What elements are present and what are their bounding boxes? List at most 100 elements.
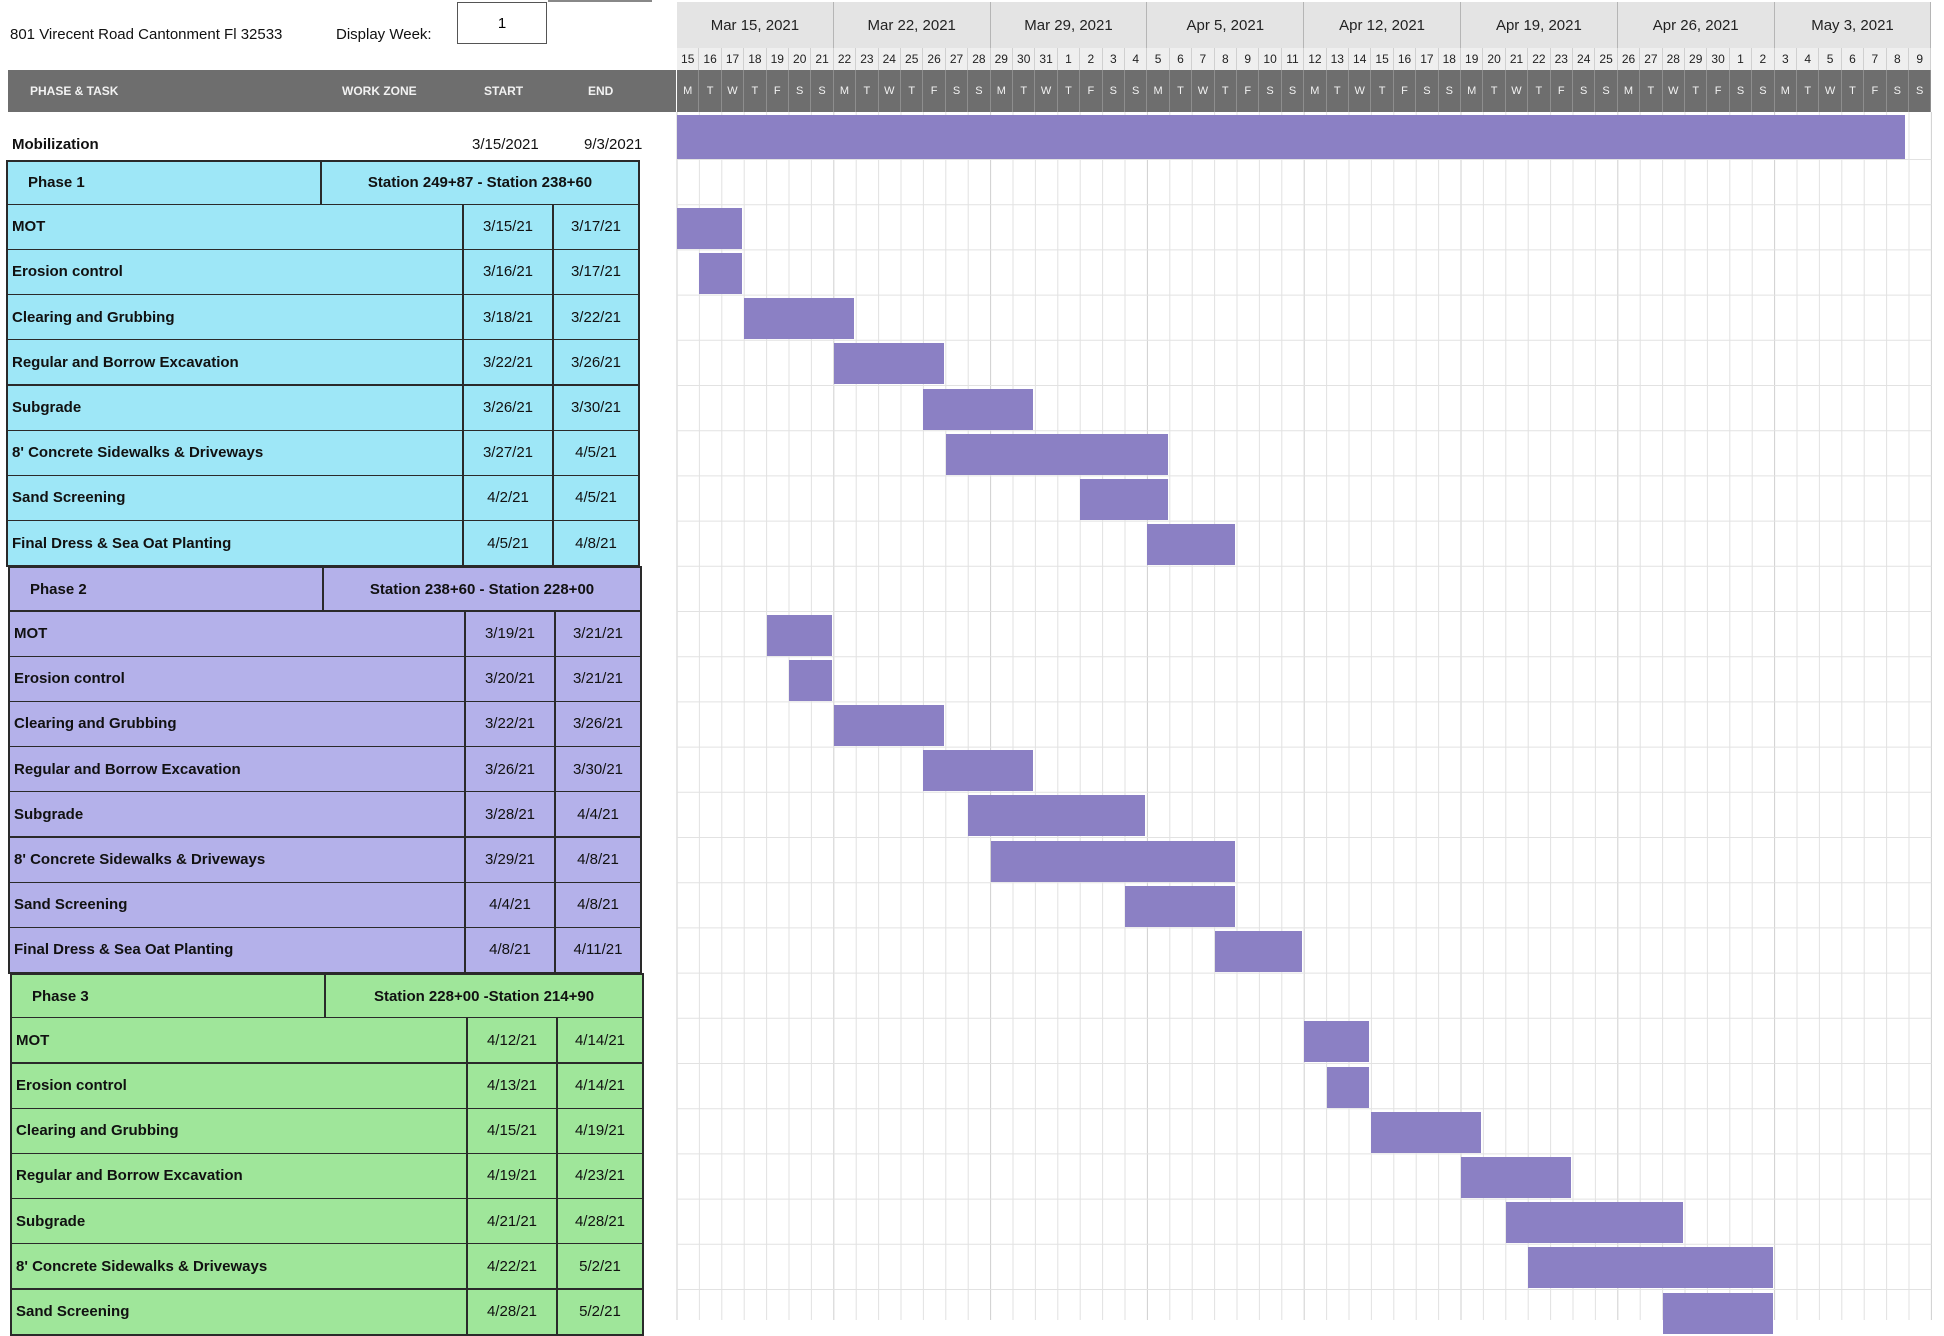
day-letter: T bbox=[1013, 70, 1036, 112]
task-end-date: 3/21/21 bbox=[554, 611, 640, 656]
day-letter: W bbox=[1506, 70, 1529, 112]
mobilization-end: 9/3/2021 bbox=[584, 136, 643, 153]
day-number: 18 bbox=[744, 48, 767, 70]
task-end-date: 4/28/21 bbox=[556, 1199, 642, 1244]
day-letter: T bbox=[901, 70, 924, 112]
task-row: Regular and Borrow Excavation 4/19/21 4/23… bbox=[10, 1153, 644, 1201]
day-letter: T bbox=[699, 70, 722, 112]
gantt-bar bbox=[1080, 478, 1168, 521]
day-number: 19 bbox=[766, 48, 789, 70]
day-number: 24 bbox=[1573, 48, 1596, 70]
display-week-input[interactable] bbox=[457, 2, 547, 44]
task-end-date: 3/22/21 bbox=[552, 295, 638, 340]
day-number: 19 bbox=[1461, 48, 1484, 70]
gantt-bar bbox=[677, 207, 743, 249]
task-name: Subgrade bbox=[16, 1212, 86, 1230]
day-letter: S bbox=[1416, 70, 1439, 112]
task-start-date: 4/13/21 bbox=[466, 1063, 556, 1108]
task-end-date: 5/2/21 bbox=[556, 1289, 642, 1334]
day-letter: M bbox=[1147, 70, 1170, 112]
divider bbox=[548, 0, 652, 2]
task-name: 8' Concrete Sidewalks & Driveways bbox=[14, 851, 266, 869]
task-end-date: 4/14/21 bbox=[556, 1063, 642, 1108]
day-letter: S bbox=[1595, 70, 1618, 112]
day-number: 23 bbox=[1550, 48, 1573, 70]
col-end: END bbox=[588, 84, 614, 98]
task-row: MOT 4/12/21 4/14/21 bbox=[10, 1018, 644, 1065]
task-start-date: 4/12/21 bbox=[466, 1018, 556, 1063]
day-number: 23 bbox=[856, 48, 879, 70]
phase-name: Phase 2 bbox=[30, 580, 87, 598]
phase-work-zone: Station 249+87 - Station 238+60 bbox=[320, 161, 638, 204]
gantt-bar bbox=[923, 750, 1034, 792]
week-header: Apr 12, 2021 bbox=[1304, 2, 1461, 48]
day-letter: W bbox=[879, 70, 901, 112]
task-start-date: 4/19/21 bbox=[466, 1153, 556, 1199]
day-letter: S bbox=[1730, 70, 1753, 112]
day-number: 20 bbox=[1483, 48, 1506, 70]
task-row: Sand Screening 4/28/21 5/2/21 bbox=[10, 1289, 644, 1336]
day-letter: T bbox=[1371, 70, 1394, 112]
task-row: Erosion control 4/13/21 4/14/21 bbox=[10, 1063, 644, 1110]
task-end-date: 4/4/21 bbox=[554, 792, 640, 837]
day-letter: T bbox=[1842, 70, 1865, 112]
day-number: 9 bbox=[1909, 48, 1932, 70]
day-letter: M bbox=[991, 70, 1013, 112]
task-end-date: 3/17/21 bbox=[552, 204, 638, 249]
day-number: 16 bbox=[1393, 48, 1417, 70]
day-letter: F bbox=[923, 70, 946, 112]
day-letter: W bbox=[1819, 70, 1842, 112]
task-end-date: 4/5/21 bbox=[552, 475, 638, 521]
day-letter: S bbox=[1909, 70, 1932, 112]
gantt-bar bbox=[833, 343, 944, 385]
task-end-date: 3/30/21 bbox=[552, 385, 638, 430]
task-end-date: 4/19/21 bbox=[556, 1108, 642, 1153]
task-name: Erosion control bbox=[14, 670, 125, 688]
task-end-date: 4/14/21 bbox=[556, 1018, 642, 1063]
day-number: 12 bbox=[1304, 48, 1327, 70]
day-letter: T bbox=[744, 70, 767, 112]
task-start-date: 4/28/21 bbox=[466, 1289, 556, 1334]
task-name: Clearing and Grubbing bbox=[14, 715, 177, 733]
task-start-date: 3/22/21 bbox=[462, 340, 552, 385]
day-number: 1 bbox=[1057, 48, 1081, 70]
day-letter: M bbox=[677, 70, 700, 112]
task-name: Erosion control bbox=[16, 1077, 127, 1095]
day-letter: S bbox=[1573, 70, 1596, 112]
day-number: 4 bbox=[1125, 48, 1148, 70]
task-name: Regular and Borrow Excavation bbox=[12, 353, 239, 371]
day-number: 28 bbox=[1662, 48, 1685, 70]
day-letter: W bbox=[1192, 70, 1215, 112]
day-number: 25 bbox=[1595, 48, 1618, 70]
gantt-bar bbox=[699, 252, 743, 295]
display-week-label: Display Week: bbox=[336, 26, 432, 43]
day-letter: T bbox=[1483, 70, 1506, 112]
day-letter: W bbox=[722, 70, 745, 112]
day-number: 26 bbox=[923, 48, 946, 70]
day-number: 22 bbox=[833, 48, 857, 70]
task-end-date: 5/2/21 bbox=[556, 1244, 642, 1289]
day-letter: W bbox=[1663, 70, 1685, 112]
day-number: 29 bbox=[1685, 48, 1708, 70]
day-letter: T bbox=[856, 70, 879, 112]
day-letter: S bbox=[1103, 70, 1125, 112]
week-header: May 3, 2021 bbox=[1774, 2, 1932, 48]
mobilization-bar bbox=[677, 115, 1905, 159]
task-end-date: 3/21/21 bbox=[554, 656, 640, 701]
task-row: Subgrade 4/21/21 4/28/21 bbox=[10, 1199, 644, 1246]
day-letter: F bbox=[1707, 70, 1730, 112]
task-row: MOT 3/19/21 3/21/21 bbox=[8, 611, 642, 658]
task-row: 8' Concrete Sidewalks & Driveways 3/29/21… bbox=[8, 837, 642, 884]
gantt-bar bbox=[1304, 1021, 1370, 1063]
day-letter: S bbox=[968, 70, 991, 112]
task-row: Erosion control 3/20/21 3/21/21 bbox=[8, 656, 642, 703]
day-letter: S bbox=[811, 70, 834, 112]
task-start-date: 3/15/21 bbox=[462, 204, 552, 249]
day-number: 6 bbox=[1169, 48, 1193, 70]
week-header: Apr 19, 2021 bbox=[1461, 2, 1618, 48]
task-start-date: 3/22/21 bbox=[464, 701, 554, 747]
task-row: 8' Concrete Sidewalks & Driveways 4/22/21… bbox=[10, 1244, 644, 1291]
day-number: 16 bbox=[699, 48, 722, 70]
task-start-date: 4/5/21 bbox=[462, 521, 552, 566]
task-end-date: 3/17/21 bbox=[552, 249, 638, 295]
